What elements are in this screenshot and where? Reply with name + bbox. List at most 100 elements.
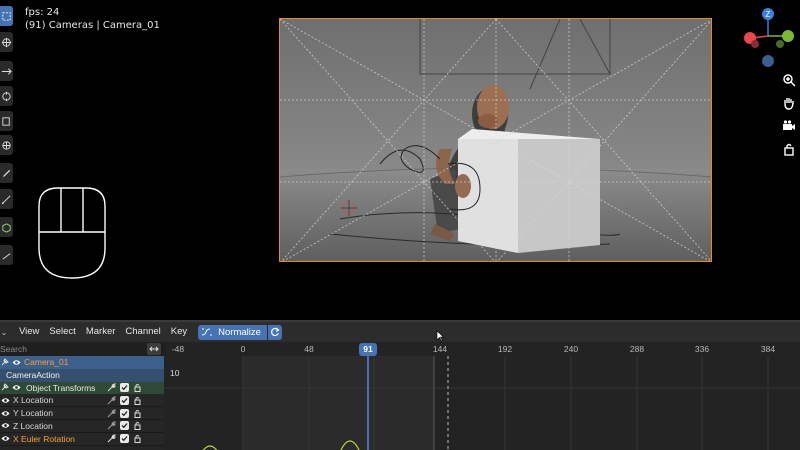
menu-channel[interactable]: Channel [120,322,165,342]
cube-icon [2,222,11,233]
line-tool[interactable] [0,245,13,265]
tick-label: 48 [304,344,314,354]
menu-select[interactable]: Select [44,322,80,342]
eye-icon[interactable] [1,396,10,405]
3d-viewport[interactable]: fps: 24 (91) Cameras | Camera_01 Z [0,0,800,320]
camera-view-button[interactable] [781,118,797,134]
mute-checkbox[interactable] [120,383,129,393]
transform-tool[interactable] [0,135,13,155]
channel-label: X Euler Rotation [13,433,75,444]
modifier-wrench-icon[interactable] [107,421,116,430]
lock-view-button[interactable] [781,141,797,157]
channel-label: Z Location [13,420,53,431]
channel-toggles [107,408,142,418]
measure-tool[interactable] [0,189,13,209]
mute-checkbox[interactable] [120,434,129,444]
camera-render [280,19,711,261]
transform-icon [2,140,11,150]
tick-label: 240 [563,344,579,354]
rotate-icon [2,91,11,101]
channel-search-row [0,342,164,356]
annotate-tool[interactable] [0,163,13,183]
channel-toggles [107,421,142,431]
mute-checkbox[interactable] [120,421,129,431]
modifier-wrench-icon[interactable] [107,434,116,443]
modifier-wrench-icon[interactable] [107,383,116,392]
editor-header: ⌄ View Select Marker Channel Key Normali… [0,322,800,342]
menu-marker[interactable]: Marker [81,322,121,342]
move-tool[interactable] [0,61,13,81]
line-icon [2,252,11,260]
auto-normalize-button[interactable] [267,324,282,340]
menu-key[interactable]: Key [166,322,192,342]
channel-label: Camera_01 [24,357,69,368]
tick-label: 336 [694,344,710,354]
tick-label: 192 [497,344,513,354]
cursor-icon [1,37,12,47]
lock-toggle-icon[interactable] [133,434,142,444]
channel-row-group[interactable]: Object Transforms [0,381,164,395]
pin-icon [1,358,9,366]
eye-icon[interactable] [1,421,10,430]
camera-frame[interactable] [279,18,712,262]
graph-editor[interactable]: ⌄ View Select Marker Channel Key Normali… [0,320,800,450]
tick-label: 144 [432,344,448,354]
lock-toggle-icon[interactable] [133,421,142,431]
current-frame-badge[interactable]: 91 [359,343,377,356]
rotate-tool[interactable] [0,86,13,106]
frame-ruler[interactable]: -48 0 48 144 192 240 288 336 384 5 91 [164,342,800,356]
graph-canvas [164,356,800,450]
channel-search-input[interactable] [0,344,140,354]
select-box-icon [2,11,11,21]
fps-readout: fps: 24 [25,7,60,18]
channel-label: CameraAction [6,370,60,381]
tick-label: 288 [629,344,645,354]
channel-row-z-location[interactable]: Z Location [0,419,164,433]
channel-toggles [107,395,142,405]
hand-pan-icon [784,98,794,110]
scale-tool[interactable] [0,111,13,131]
lock-icon [784,143,794,156]
channel-list: Camera_01 CameraAction Object Transforms… [0,342,164,450]
navigation-gizmo[interactable]: Z [742,6,794,68]
channel-label: X Location [13,395,54,406]
channel-toggles [107,383,142,393]
graph-area[interactable]: -48 0 48 144 192 240 288 336 384 5 91 10 [164,342,800,450]
mouse-pointer-icon [436,330,444,342]
mute-checkbox[interactable] [120,408,129,418]
eye-icon[interactable] [12,358,21,367]
channel-row-camera[interactable]: Camera_01 [0,356,164,369]
modifier-wrench-icon[interactable] [107,396,116,405]
pencil-icon [2,169,11,177]
tick-label: 0 [240,344,246,354]
mute-checkbox[interactable] [120,395,129,405]
eye-icon[interactable] [12,383,21,392]
lock-toggle-icon[interactable] [133,409,142,418]
zoom-icon [783,74,796,87]
gizmo-z-label: Z [766,10,771,19]
refresh-icon [270,327,280,337]
add-cube-tool[interactable] [0,217,13,237]
menu-view[interactable]: View [14,322,44,342]
cursor-tool[interactable] [0,32,13,52]
lock-toggle-icon[interactable] [133,383,142,393]
channel-row-x-location[interactable]: X Location [0,394,164,408]
select-box-tool[interactable] [0,6,13,26]
channel-row-action[interactable]: CameraAction [0,368,164,382]
lock-toggle-icon[interactable] [133,396,142,405]
swap-channels-button[interactable] [147,343,161,355]
normalize-toggle[interactable]: Normalize [198,324,267,340]
editor-type-dropdown[interactable]: ⌄ [0,322,8,342]
channel-toggles [107,434,142,444]
zoom-button[interactable] [781,72,797,88]
mouse-hint-icon [38,187,106,279]
eye-icon[interactable] [1,434,10,443]
scale-icon [2,116,10,126]
tick-label: -48 [171,344,185,354]
eye-icon[interactable] [1,409,10,418]
pan-button[interactable] [781,95,797,111]
modifier-wrench-icon[interactable] [107,409,116,418]
channel-row-y-location[interactable]: Y Location [0,407,164,420]
measure-icon [1,195,11,204]
channel-row-x-euler-rotation[interactable]: X Euler Rotation [0,432,164,446]
